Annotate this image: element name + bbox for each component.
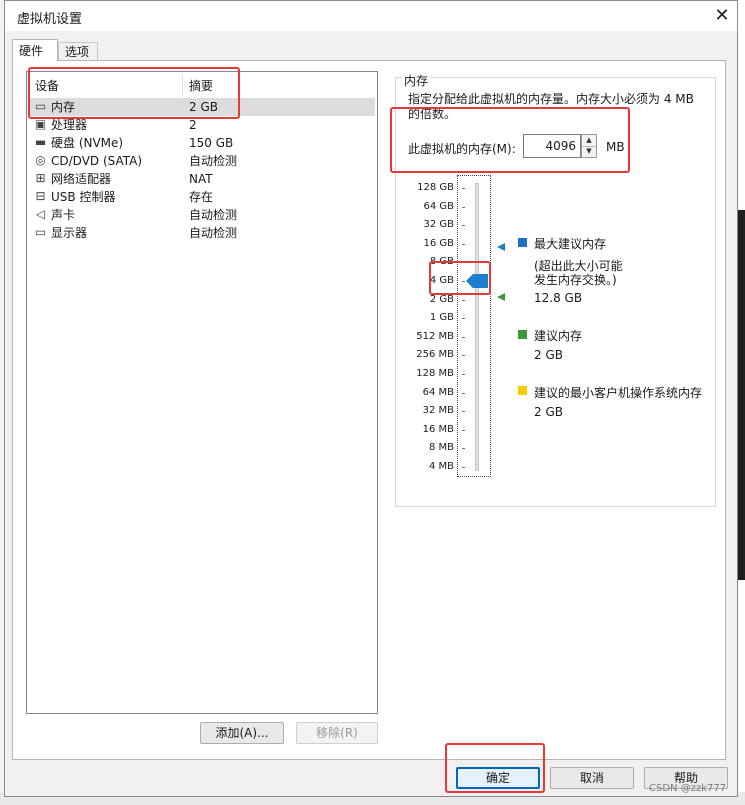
highlight-ok-button: [445, 743, 545, 793]
scale-tick: [462, 299, 465, 301]
device-name: 声卡: [51, 208, 76, 222]
scale-tick: [462, 448, 465, 450]
scale-label: 16 GB: [423, 237, 454, 249]
memory-group-title: 内存: [402, 72, 431, 89]
memory-slider-focus-box: [457, 175, 491, 477]
scale-tick: [462, 392, 465, 394]
scale-label: 128 MB: [416, 368, 454, 379]
scale-tick: [462, 429, 465, 431]
scale-tick: [462, 243, 465, 245]
min-memory-value: 2 GB: [534, 405, 563, 419]
recommended-memory-color-icon: [518, 330, 527, 339]
scale-label: 512 MB: [416, 330, 454, 342]
scale-label: 4 MB: [428, 461, 454, 472]
watermark: CSDN @zzk777: [649, 783, 727, 794]
recommended-memory-title: 建议内存: [534, 329, 583, 343]
scale-tick: [462, 467, 465, 468]
device-row[interactable]: ◎ CD/DVD (SATA) 自动检测: [29, 152, 375, 170]
memory-slider-track[interactable]: [475, 183, 479, 471]
tab-options[interactable]: 选项: [58, 42, 98, 61]
scale-label: 1 GB: [429, 312, 454, 324]
network-icon: ⊞: [35, 171, 46, 185]
cpu-icon: ▣: [34, 117, 47, 131]
scale-tick: [462, 336, 465, 338]
device-row[interactable]: ⊟ USB 控制器 存在: [29, 188, 375, 206]
device-name: 硬盘 (NVMe): [51, 136, 124, 150]
scale-tick: [462, 206, 465, 208]
device-summary: 存在: [189, 190, 214, 204]
max-memory-note-line2: 发生内存交换。): [534, 273, 617, 287]
recommended-marker: [497, 293, 505, 301]
remove-device-button: 移除(R): [296, 722, 378, 744]
close-icon[interactable]: ✕: [709, 3, 735, 29]
max-memory-color-icon: [518, 238, 527, 247]
scale-label: 128 GB: [417, 182, 454, 193]
tab-options-label: 选项: [65, 45, 90, 59]
background-window-right: [738, 210, 745, 580]
scale-tick: [462, 355, 465, 357]
window-title: 虚拟机设置: [17, 12, 83, 27]
device-name: USB 控制器: [51, 190, 116, 204]
cancel-button[interactable]: 取消: [550, 767, 634, 789]
harddisk-icon: ▬: [34, 135, 47, 149]
tab-hardware-label: 硬件: [19, 44, 44, 58]
scale-tick: [462, 411, 465, 413]
device-row[interactable]: ▭ 显示器 自动检测: [29, 224, 375, 242]
min-memory-title: 建议的最小客户机操作系统内存: [534, 386, 703, 400]
monitor-icon: ▭: [34, 225, 47, 239]
device-name: CD/DVD (SATA): [51, 154, 143, 168]
max-recommended-marker: [497, 243, 505, 251]
usb-icon: ⊟: [35, 189, 46, 203]
add-device-button[interactable]: 添加(A)...: [200, 722, 284, 744]
cd-icon: ◎: [35, 153, 46, 167]
tab-hardware[interactable]: 硬件: [12, 39, 58, 61]
scale-tick: [462, 318, 465, 320]
scale-tick: [462, 374, 465, 375]
scale-label: 64 MB: [422, 386, 454, 398]
highlight-slider-thumb: [429, 261, 491, 295]
title-bar: 虚拟机设置 ✕: [5, 1, 737, 31]
device-name: 网络适配器: [51, 172, 112, 186]
device-name: 显示器: [51, 226, 88, 240]
scale-label: 32 MB: [422, 405, 454, 417]
device-row[interactable]: ▬ 硬盘 (NVMe) 150 GB: [29, 134, 375, 152]
device-row[interactable]: ⊞ 网络适配器 NAT: [29, 170, 375, 188]
recommended-memory-value: 2 GB: [534, 348, 563, 362]
device-summary: NAT: [189, 172, 213, 186]
scale-label: 8 MB: [428, 442, 454, 454]
device-summary: 150 GB: [189, 136, 234, 150]
min-memory-color-icon: [518, 386, 527, 395]
device-list[interactable]: 设备 摘要 ▭ 内存 2 GB ▣ 处理器 2 ▬ 硬盘 (NVMe) 150 GB ◎ CD/DV…: [26, 71, 378, 714]
scale-tick: [462, 225, 465, 227]
scale-label: 64 GB: [423, 200, 454, 212]
scale-label: 256 MB: [416, 349, 454, 361]
device-row[interactable]: ◁ 声卡 自动检测: [29, 206, 375, 224]
sound-icon: ◁: [35, 207, 46, 221]
device-summary: 自动检测: [189, 208, 238, 222]
device-summary: 自动检测: [189, 226, 238, 240]
scale-label: 16 MB: [422, 423, 454, 435]
highlight-memory-input: [390, 107, 630, 173]
max-memory-value: 12.8 GB: [534, 291, 583, 305]
scale-tick: [462, 188, 465, 189]
device-summary: 自动检测: [189, 154, 238, 168]
highlight-device-list: [28, 67, 240, 119]
memory-description-line1: 指定分配给此虚拟机的内存量。内存大小必须为 4 MB: [408, 92, 694, 106]
scale-label: 32 GB: [423, 219, 454, 231]
max-memory-title: 最大建议内存: [534, 237, 607, 251]
